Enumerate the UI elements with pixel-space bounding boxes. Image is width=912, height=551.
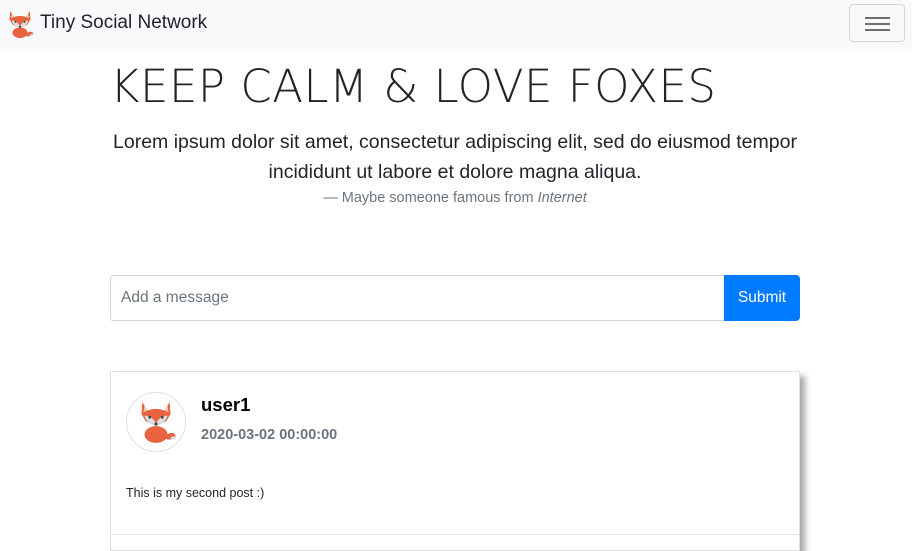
hero-quote: Lorem ipsum dolor sit amet, consectetur … xyxy=(110,127,800,208)
fox-avatar-icon xyxy=(141,402,176,443)
attribution-prefix: — Maybe someone famous from xyxy=(323,190,538,206)
quote-text: Lorem ipsum dolor sit amet, consectetur … xyxy=(113,131,797,183)
post-username: user1 xyxy=(201,394,251,415)
hamburger-menu-icon xyxy=(865,17,890,31)
navbar: Tiny Social Network xyxy=(0,0,912,49)
quote-attribution: — Maybe someone famous from Internet xyxy=(110,188,800,208)
attribution-source: Internet xyxy=(537,190,587,206)
brand-link[interactable]: Tiny Social Network xyxy=(5,8,207,38)
avatar xyxy=(126,392,186,452)
message-input[interactable] xyxy=(110,275,724,321)
post-body: This is my second post :) xyxy=(126,486,265,500)
hero-title: KEEP CALM & LOVE FOXES xyxy=(110,60,717,113)
message-form: Submit xyxy=(110,275,800,321)
submit-button[interactable]: Submit xyxy=(724,275,800,321)
fox-logo-icon xyxy=(9,11,34,38)
navbar-toggle-button[interactable] xyxy=(849,4,905,42)
post-card: user1 2020-03-02 00:00:00 This is my sec… xyxy=(110,371,800,551)
brand-name: Tiny Social Network xyxy=(40,12,208,33)
post-date: 2020-03-02 00:00:00 xyxy=(201,427,338,443)
